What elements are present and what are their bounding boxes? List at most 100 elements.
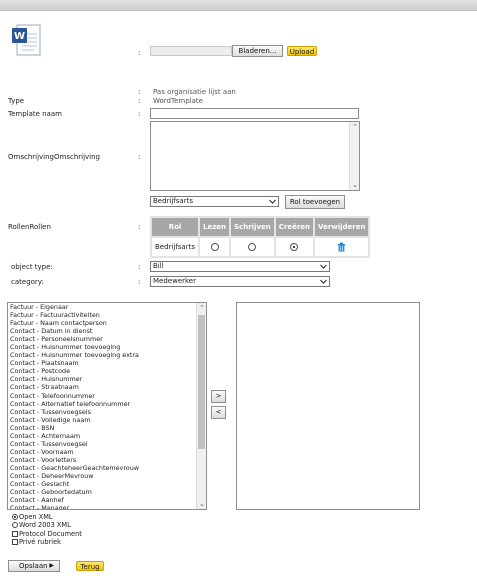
list-item[interactable]: Contact - Manager (8, 504, 196, 509)
add-role-button[interactable]: Rol toevoegen (285, 195, 345, 209)
roles-header-schrijven: Schrijven (231, 218, 274, 236)
back-button[interactable]: Terug (76, 561, 104, 571)
roles-table: Rol Lezen Schrijven Creëren Verwijderen … (150, 216, 371, 258)
type-label: Type (8, 97, 25, 105)
save-button[interactable]: Opslaan ▶ (8, 560, 60, 572)
list-item[interactable]: Contact - Huisnummer toevoeging (8, 343, 196, 351)
top-bar (0, 0, 477, 11)
roles-header-rol: Rol (152, 218, 198, 236)
category-value: Medewerker (153, 277, 196, 285)
svg-text:W: W (14, 31, 25, 42)
colon: : (138, 97, 141, 105)
list-item[interactable]: Contact - Telefoonnummer (8, 392, 196, 400)
role-select[interactable]: Bedrijfsarts (150, 196, 279, 207)
protocol-document-checkbox[interactable] (12, 531, 18, 537)
description-scrollbar[interactable]: ⌃ ⌄ (349, 122, 359, 190)
list-item[interactable]: Contact - Huisnummer (8, 375, 196, 383)
schrijven-cell (231, 238, 274, 256)
category-select[interactable]: Medewerker (150, 276, 330, 287)
play-icon: ▶ (49, 562, 54, 569)
object-type-select[interactable]: Bill (150, 261, 330, 272)
scroll-down-icon[interactable]: ⌄ (197, 499, 206, 509)
list-item[interactable]: Factuur - Naam contactperson (8, 319, 196, 327)
schrijven-radio[interactable] (248, 243, 257, 251)
chevron-down-icon (320, 279, 327, 284)
description-textarea[interactable]: ⌃ ⌄ (150, 121, 360, 191)
roles-label: RollenRollen (8, 223, 51, 231)
trash-icon[interactable] (337, 242, 346, 252)
list-item[interactable]: Contact - Datum in dienst (8, 327, 196, 335)
private-section-option[interactable]: Privé rubriek (12, 538, 61, 546)
chevron-down-icon (269, 199, 276, 204)
list-item[interactable]: Factuur - Eigenaar (8, 303, 196, 311)
roles-header-lezen: Lezen (200, 218, 230, 236)
object-type-label: object type: (11, 263, 53, 271)
available-fields-items: Factuur - Eigenaar Factuur - Factuuractiv… (8, 303, 196, 509)
chevron-down-icon (320, 264, 327, 269)
list-item[interactable]: Contact - Geboortedatum (8, 488, 196, 496)
list-item[interactable]: Contact - Voorletters (8, 456, 196, 464)
format-option-open-xml[interactable]: Open XML (12, 513, 53, 521)
list-item[interactable]: Contact - Straatnaam (8, 383, 196, 391)
list-item[interactable]: Contact - Achternaam (8, 432, 196, 440)
lezen-cell (200, 238, 230, 256)
scroll-thumb[interactable] (198, 315, 205, 449)
browse-button[interactable]: Bladeren... (232, 45, 283, 57)
roles-header-row: Rol Lezen Schrijven Creëren Verwijderen (152, 218, 369, 236)
list-item[interactable]: Factuur - Factuuractiviteiten (8, 311, 196, 319)
private-section-checkbox[interactable] (12, 539, 18, 545)
available-fields-scrollbar[interactable]: ⌃ ⌄ (196, 303, 206, 509)
list-item[interactable]: Contact - Personeelsnummer (8, 335, 196, 343)
colon: : (138, 223, 141, 231)
list-item[interactable]: Contact - Aanhef (8, 496, 196, 504)
list-item[interactable]: Contact - Huisnummer toevoeging extra (8, 351, 196, 359)
format-option-word-2003[interactable]: Word 2003 XML (12, 521, 71, 529)
lezen-radio[interactable] (210, 243, 219, 251)
scroll-down-icon[interactable]: ⌄ (350, 180, 360, 190)
template-name-input[interactable] (150, 108, 359, 119)
list-item[interactable]: Contact - BSN (8, 424, 196, 432)
scroll-up-icon[interactable]: ⌃ (197, 303, 206, 313)
table-row: Bedrijfsarts (152, 238, 369, 256)
colon: : (138, 278, 141, 286)
list-item[interactable]: Contact - Voornaam (8, 448, 196, 456)
category-label: category: (11, 278, 44, 286)
open-xml-radio[interactable] (12, 514, 18, 520)
organisation-list-link[interactable]: Pas organisatie lijst aan (153, 88, 236, 96)
protocol-document-option[interactable]: Protocol Document (12, 530, 82, 538)
colon: : (138, 263, 141, 271)
roles-header-creeren: Creëren (275, 218, 314, 236)
move-right-button[interactable]: > (211, 390, 226, 403)
creeren-cell (275, 238, 314, 256)
list-item[interactable]: Contact - DeheerMevrouw (8, 472, 196, 480)
description-label: OmschrijvingOmschrijving (8, 153, 100, 161)
colon: : (138, 88, 141, 96)
list-item[interactable]: Contact - Plaatsnaam (8, 359, 196, 367)
list-item[interactable]: Contact - Volledige naam (8, 416, 196, 424)
move-left-button[interactable]: < (211, 406, 226, 419)
upload-button[interactable]: Upload (287, 46, 317, 56)
type-value: WordTemplate (153, 97, 203, 105)
scroll-up-icon[interactable]: ⌃ (350, 122, 360, 132)
private-section-label: Privé rubriek (19, 538, 61, 546)
word-2003-radio[interactable] (12, 522, 18, 528)
open-xml-label: Open XML (19, 513, 53, 521)
protocol-document-label: Protocol Document (19, 530, 82, 538)
list-item[interactable]: Contact - Tussenvoegsel (8, 440, 196, 448)
word-2003-label: Word 2003 XML (19, 521, 71, 529)
list-item[interactable]: Contact - Postcode (8, 367, 196, 375)
list-item[interactable]: Contact - Tussenvoegsels (8, 408, 196, 416)
list-item[interactable]: Contact - GeachteheerGeachtemevrouw (8, 464, 196, 472)
verwijderen-cell (315, 238, 369, 256)
file-path-input[interactable] (150, 46, 232, 56)
selected-fields-list[interactable] (236, 302, 420, 510)
creeren-radio[interactable] (290, 243, 299, 251)
list-item[interactable]: Contact - Geslacht (8, 480, 196, 488)
list-item[interactable]: Contact - Alternatief telefoonnummer (8, 400, 196, 408)
colon: : (138, 110, 141, 118)
word-document-icon: W (10, 22, 44, 58)
role-select-value: Bedrijfsarts (153, 197, 193, 205)
save-button-label: Opslaan (19, 562, 48, 570)
available-fields-list[interactable]: Factuur - Eigenaar Factuur - Factuuractiv… (7, 302, 207, 510)
roles-header-verwijderen: Verwijderen (315, 218, 369, 236)
